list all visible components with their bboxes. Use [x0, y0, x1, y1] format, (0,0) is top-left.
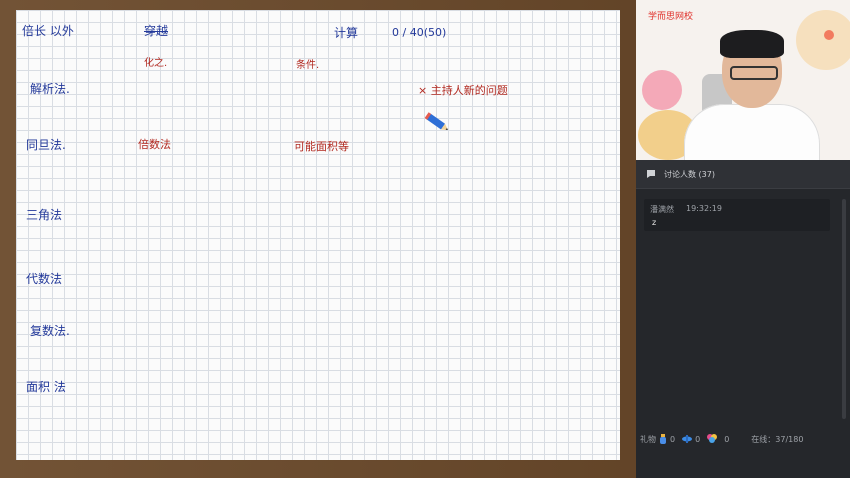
online-label: 在线： [751, 434, 776, 444]
note-text: 条件. [296, 60, 320, 71]
whiteboard-canvas[interactable]: 倍长 以外 解析法. 同旦法. 三角法 代数法 复数法. 面积 法 穿越 计算 … [16, 10, 620, 460]
chat-message: 潘满然 19:32:19 z [644, 199, 830, 231]
gift-plane-icon[interactable] [681, 433, 693, 445]
teacher-glasses [730, 66, 778, 80]
crossed-out-word: 穿越 [144, 24, 169, 38]
teacher-video: 学而思网校 [636, 0, 850, 160]
blackboard-frame: 倍长 以外 解析法. 同旦法. 三角法 代数法 复数法. 面积 法 穿越 计算 … [0, 0, 636, 478]
discussion-count: 讨论人数 (37) [664, 169, 715, 179]
chat-text: z [652, 218, 657, 227]
calc-label: 计算 [334, 26, 359, 40]
gift-count: 0 [724, 434, 730, 444]
chat-username: 潘满然 [650, 205, 674, 214]
gifts-label: 礼物 [640, 434, 656, 444]
teacher-body [684, 104, 820, 160]
cross-note: × 主持人新的问题 [418, 84, 508, 97]
decor-bubble [642, 70, 682, 110]
decor-bubble [824, 30, 834, 40]
method-label: 解析法. [30, 82, 70, 96]
method-label: 同旦法. [26, 138, 66, 152]
chat-scrollbar[interactable] [842, 199, 846, 419]
brand-logo: 学而思网校 [648, 12, 694, 22]
decor-bubble [796, 10, 850, 70]
gift-count: 0 [695, 434, 701, 444]
chat-header: 讨论人数 (37) [636, 160, 850, 189]
note-text: 可能面积等 [294, 140, 349, 153]
chat-bubble-icon [646, 169, 656, 179]
calc-value: 0 / 40(50) [392, 26, 447, 39]
teacher-hair [720, 30, 784, 58]
online-count: 37/180 [775, 434, 804, 444]
gift-bottle-icon[interactable] [658, 433, 668, 445]
chat-timestamp: 19:32:19 [686, 204, 722, 213]
note-text: 倍数法 [138, 138, 171, 151]
note-text: 化之. [144, 58, 168, 69]
side-panel: 学而思网校 讨论人数 (37) 潘满然 19:32:19 z 礼物 0 0 0 … [636, 0, 850, 478]
gift-count: 0 [670, 434, 676, 444]
method-label: 面积 法 [26, 380, 66, 394]
pencil-icon [424, 112, 448, 131]
gift-balloons-icon[interactable] [706, 433, 718, 445]
method-label: 代数法 [26, 272, 63, 286]
method-label: 三角法 [26, 208, 63, 222]
method-label: 复数法. [30, 324, 70, 338]
method-label: 倍长 以外 [22, 24, 74, 38]
status-footer: 礼物 0 0 0 在线： 37/180 [636, 428, 850, 450]
